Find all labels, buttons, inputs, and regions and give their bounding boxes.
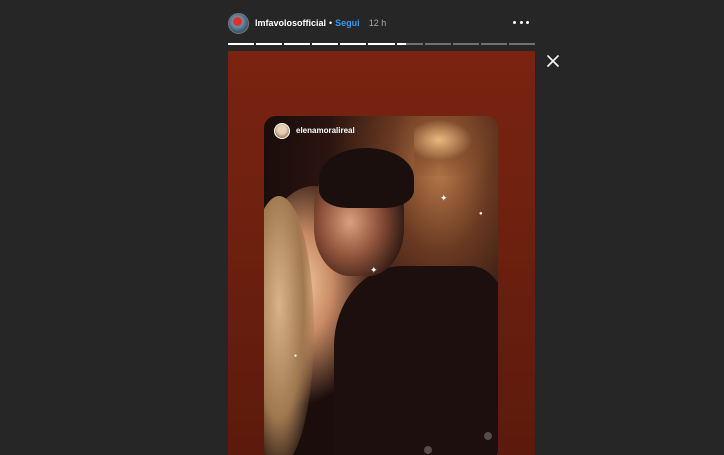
progress-segment	[256, 43, 283, 45]
reposted-story-card: ✦ ✦ ● ● elenamoralireal	[264, 116, 498, 455]
sparkle-icon: ●	[294, 353, 298, 359]
story-viewer: lmfavolosofficial • Segui 12 h ✦ ✦ ● ● e…	[0, 0, 724, 455]
progress-segment	[228, 43, 255, 45]
reposted-user-avatar	[274, 123, 290, 139]
more-options-icon[interactable]	[513, 17, 529, 27]
separator-dot: •	[329, 18, 333, 28]
progress-segment	[508, 43, 536, 45]
progress-segment	[340, 43, 367, 45]
username-link[interactable]: lmfavolosofficial	[255, 18, 326, 28]
progress-segment	[452, 43, 479, 45]
progress-segment	[480, 43, 507, 45]
story-progress-bar	[228, 43, 536, 45]
sparkle-icon: ✦	[370, 265, 378, 275]
progress-segment	[424, 43, 451, 45]
story-timestamp: 12 h	[368, 18, 387, 28]
story-media[interactable]: ✦ ✦ ● ● elenamoralireal	[228, 51, 535, 455]
progress-segment	[284, 43, 311, 45]
sparkle-icon: ✦	[440, 193, 448, 203]
story-header: lmfavolosofficial • Segui 12 h	[228, 11, 535, 35]
progress-segment	[368, 43, 395, 45]
progress-segment	[312, 43, 339, 45]
close-icon[interactable]	[545, 53, 561, 69]
sparkle-icon: ●	[479, 211, 483, 217]
progress-segment	[396, 43, 423, 45]
follow-button[interactable]: Segui	[335, 18, 360, 28]
reposted-username: elenamoralireal	[296, 126, 355, 135]
profile-avatar[interactable]	[228, 12, 249, 34]
